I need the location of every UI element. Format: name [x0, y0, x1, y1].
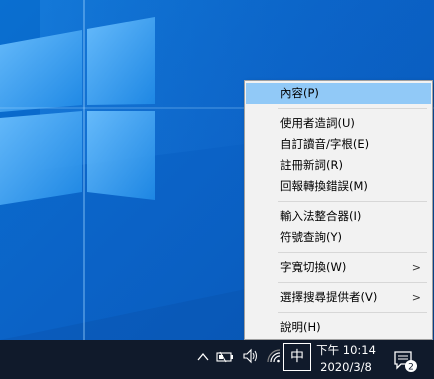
menu-item-label: 符號查詢(Y) [280, 230, 342, 244]
ime-mode-indicator[interactable]: 中 [283, 343, 311, 371]
battery-icon[interactable] [216, 349, 236, 365]
show-hidden-icons-chevron-icon[interactable] [196, 350, 210, 364]
menu-item-register-new-word[interactable]: 註冊新詞(R) [246, 155, 431, 176]
menu-item-label: 說明(H) [280, 320, 321, 334]
volume-icon[interactable] [242, 348, 260, 364]
menu-item-label: 字寬切換(W) [280, 260, 347, 274]
menu-separator [278, 252, 427, 253]
notification-count: 2 [408, 363, 414, 373]
network-wifi-icon[interactable] [266, 348, 282, 364]
menu-item-label: 選擇搜尋提供者(V) [280, 290, 378, 304]
menu-item-custom-pronunciation[interactable]: 自訂讀音/字根(E) [246, 134, 431, 155]
menu-item-report-conversion-error[interactable]: 回報轉換錯誤(M) [246, 176, 431, 197]
menu-item-label: 回報轉換錯誤(M) [280, 179, 368, 193]
ime-context-menu: 內容(P) 使用者造詞(U) 自訂讀音/字根(E) 註冊新詞(R) 回報轉換錯誤… [244, 80, 433, 340]
menu-separator [278, 108, 427, 109]
menu-item-search-provider[interactable]: 選擇搜尋提供者(V) > [246, 287, 431, 308]
menu-item-label: 輸入法整合器(I) [280, 209, 362, 223]
clock-date: 2020/3/8 [320, 360, 372, 374]
menu-item-label: 使用者造詞(U) [280, 116, 355, 130]
menu-separator [278, 282, 427, 283]
menu-item-width-toggle[interactable]: 字寬切換(W) > [246, 257, 431, 278]
menu-separator [278, 201, 427, 202]
menu-item-user-phrases[interactable]: 使用者造詞(U) [246, 113, 431, 134]
submenu-arrow-icon: > [411, 291, 421, 304]
menu-item-label: 自訂讀音/字根(E) [280, 137, 370, 151]
clock-time: 下午 10:14 [316, 343, 376, 357]
menu-separator [278, 312, 427, 313]
menu-item-symbol-lookup[interactable]: 符號查詢(Y) [246, 227, 431, 248]
menu-item-properties[interactable]: 內容(P) [246, 83, 431, 104]
menu-item-ime-integrator[interactable]: 輸入法整合器(I) [246, 206, 431, 227]
submenu-arrow-icon: > [411, 261, 421, 274]
menu-item-label: 內容(P) [280, 86, 319, 100]
menu-item-label: 註冊新詞(R) [280, 158, 343, 172]
menu-item-help[interactable]: 說明(H) [246, 317, 431, 338]
action-center-notification-icon[interactable]: 2 [392, 349, 418, 373]
taskbar-clock[interactable]: 下午 10:14 2020/3/8 [316, 342, 376, 376]
